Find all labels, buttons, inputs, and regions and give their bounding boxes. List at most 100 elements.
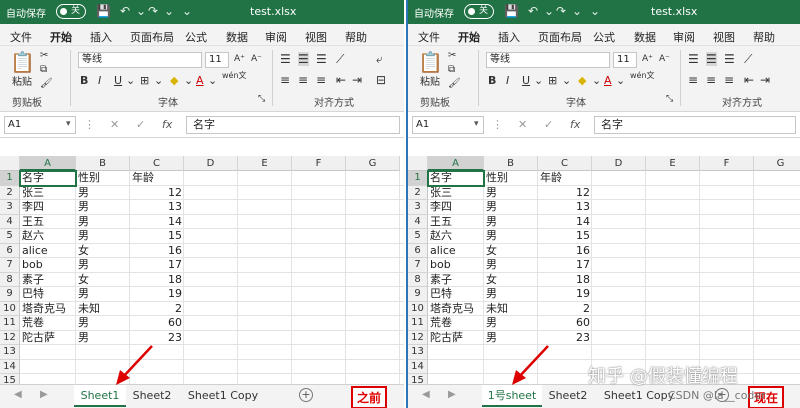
cell[interactable]: 男 (484, 258, 538, 273)
cell[interactable]: 巴特 (428, 287, 484, 302)
row-header[interactable]: 3 (0, 200, 20, 215)
row-header[interactable]: 11 (0, 316, 20, 331)
font-color-dropdown-icon[interactable]: ⌄ (208, 74, 217, 87)
row-header[interactable]: 10 (408, 301, 428, 316)
cell[interactable]: 性别 (484, 171, 538, 186)
column-header[interactable]: D (592, 156, 646, 171)
next-sheet-icon[interactable]: ▶ (40, 389, 48, 400)
row-header[interactable]: 2 (408, 185, 428, 200)
underline-button[interactable]: U (114, 74, 122, 87)
add-sheet-button[interactable]: + (299, 388, 313, 402)
next-sheet-icon[interactable]: ▶ (448, 389, 456, 400)
ribbon-tab-5[interactable]: 数据 (634, 29, 656, 45)
customize-qat-icon[interactable]: ⌄ (590, 4, 600, 18)
insert-function-button[interactable]: fx (570, 118, 580, 131)
decrease-indent-icon[interactable]: ⇤ (744, 73, 754, 87)
align-top-icon[interactable]: ☰ (280, 52, 291, 66)
redo-dropdown-icon[interactable]: ⌄ (572, 4, 582, 18)
cell[interactable]: 赵六 (428, 229, 484, 244)
undo-dropdown-icon[interactable]: ⌄ (544, 4, 554, 18)
cell[interactable]: 张三 (20, 186, 76, 201)
ribbon-tab-3[interactable]: 页面布局 (130, 29, 174, 45)
font-size-box[interactable]: 11 (613, 52, 637, 68)
cell[interactable]: 王五 (20, 215, 76, 230)
font-color-icon[interactable]: A (196, 74, 204, 87)
ribbon-tab-0[interactable]: 文件 (10, 29, 32, 45)
column-header[interactable]: A (20, 156, 76, 171)
cell[interactable]: 15 (538, 229, 592, 244)
borders-dropdown-icon[interactable]: ⌄ (562, 74, 571, 87)
underline-dropdown-icon[interactable]: ⌄ (534, 74, 543, 87)
cell[interactable]: 男 (484, 287, 538, 302)
row-header[interactable]: 6 (408, 243, 428, 258)
cell[interactable]: 男 (76, 229, 130, 244)
italic-button[interactable]: I (506, 74, 509, 87)
cell[interactable]: 张三 (428, 186, 484, 201)
phonetic-guide-button[interactable]: wén文 (630, 72, 660, 80)
formula-grip-icon[interactable]: ⋮ (84, 118, 95, 131)
cell[interactable]: 男 (484, 200, 538, 215)
ribbon-tab-2[interactable]: 插入 (90, 29, 112, 45)
italic-button[interactable]: I (98, 74, 101, 87)
row-header[interactable]: 14 (408, 359, 428, 374)
cell[interactable]: 女 (484, 244, 538, 259)
ribbon-tab-3[interactable]: 页面布局 (538, 29, 582, 45)
redo-icon[interactable]: ↷ (148, 4, 158, 18)
formula-grip-icon[interactable]: ⋮ (492, 118, 503, 131)
row-header[interactable]: 3 (408, 200, 428, 215)
cell[interactable]: 19 (130, 287, 184, 302)
cell[interactable]: 女 (76, 273, 130, 288)
cell[interactable]: 60 (130, 316, 184, 331)
redo-dropdown-icon[interactable]: ⌄ (164, 4, 174, 18)
cell[interactable]: 王五 (428, 215, 484, 230)
orientation-icon[interactable]: ⟋ (336, 52, 344, 67)
font-size-box[interactable]: 11 (205, 52, 229, 68)
insert-function-button[interactable]: fx (162, 118, 172, 131)
ribbon-tab-8[interactable]: 帮助 (345, 29, 367, 45)
cell[interactable]: 60 (538, 316, 592, 331)
borders-dropdown-icon[interactable]: ⌄ (154, 74, 163, 87)
font-dialog-launcher-icon[interactable]: ⤡ (666, 94, 673, 104)
undo-icon[interactable]: ↶ (120, 4, 130, 18)
column-header[interactable]: A (428, 156, 484, 171)
font-name-box[interactable]: 等线 (78, 52, 202, 68)
copy-icon[interactable]: ⧉ (448, 64, 455, 75)
ribbon-tab-8[interactable]: 帮助 (753, 29, 775, 45)
row-header[interactable]: 14 (0, 359, 20, 374)
formula-input[interactable]: 名字 (186, 116, 400, 134)
row-header[interactable]: 6 (0, 243, 20, 258)
column-header[interactable]: G (346, 156, 400, 171)
orientation-icon[interactable]: ⟋ (744, 52, 752, 67)
row-header[interactable]: 7 (408, 258, 428, 273)
cell[interactable]: 未知 (76, 302, 130, 317)
cell[interactable]: 男 (484, 229, 538, 244)
name-box-dropdown-icon[interactable]: ▾ (474, 119, 479, 129)
align-middle-icon[interactable]: ☰ (706, 52, 717, 66)
row-header[interactable]: 5 (0, 229, 20, 244)
row-header[interactable]: 13 (0, 345, 20, 360)
ribbon-tab-2[interactable]: 插入 (498, 29, 520, 45)
row-header[interactable]: 10 (0, 301, 20, 316)
cell[interactable]: 15 (130, 229, 184, 244)
cell[interactable]: 荒卷 (20, 316, 76, 331)
column-header[interactable]: F (292, 156, 346, 171)
cancel-icon[interactable]: ✕ (110, 118, 119, 131)
row-header[interactable]: 2 (0, 185, 20, 200)
cell[interactable]: 男 (484, 215, 538, 230)
column-header[interactable]: F (700, 156, 754, 171)
column-header[interactable]: B (76, 156, 130, 171)
align-right-icon[interactable]: ≡ (724, 73, 734, 87)
cell[interactable]: bob (20, 258, 76, 273)
active-cell-a1[interactable] (19, 170, 77, 187)
cell[interactable]: 男 (76, 316, 130, 331)
column-header[interactable]: C (538, 156, 592, 171)
borders-icon[interactable]: ⊞ (140, 74, 149, 87)
cell[interactable]: 男 (484, 186, 538, 201)
cell[interactable]: 荒卷 (428, 316, 484, 331)
cell[interactable]: 塔奇克马 (428, 302, 484, 317)
autosave-toggle[interactable]: 关 (56, 4, 86, 19)
align-right-icon[interactable]: ≡ (316, 73, 326, 87)
align-bottom-icon[interactable]: ☰ (316, 52, 327, 66)
formula-input[interactable]: 名字 (594, 116, 796, 134)
ribbon-tab-7[interactable]: 视图 (713, 29, 735, 45)
